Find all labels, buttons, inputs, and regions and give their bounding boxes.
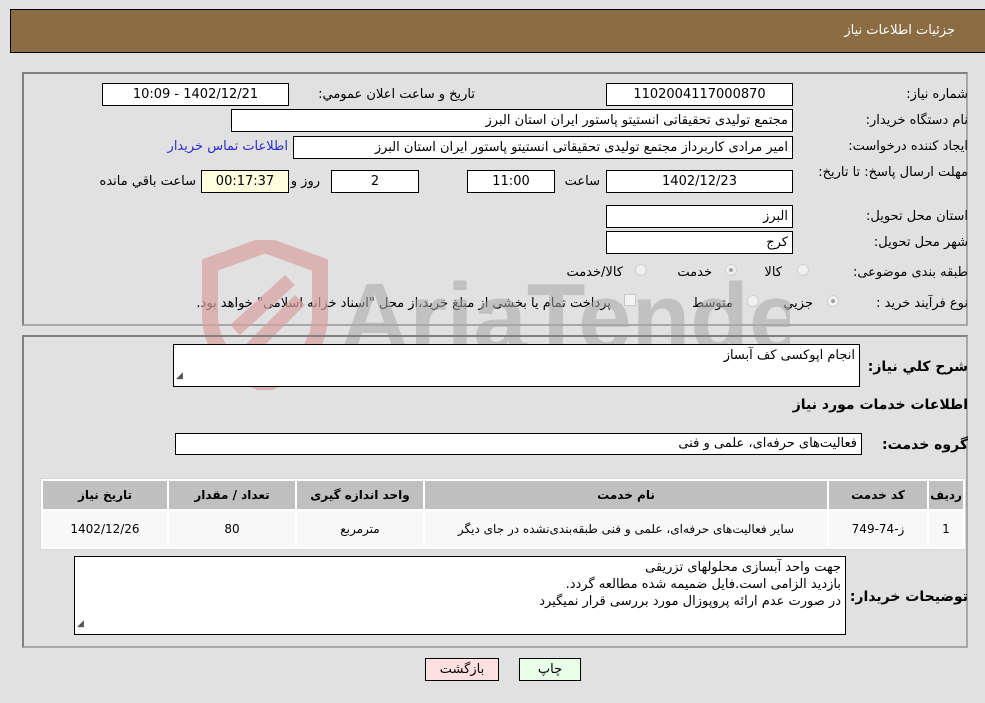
category-option-goods: کالا: [764, 265, 782, 280]
cell-service-code: ز-74-749: [829, 511, 927, 547]
cell-need-date: 1402/12/26: [43, 511, 167, 547]
purchase-radio-minor[interactable]: [827, 295, 839, 307]
buyer-org-field: مجتمع تولیدی تحقیقاتی انستیتو پاستور ایر…: [231, 109, 793, 132]
buyer-notes-textarea[interactable]: جهت واحد آبسازی محلولهای تزریقی بازدید ا…: [74, 556, 846, 635]
category-radio-goods-service[interactable]: [635, 264, 647, 276]
province-label: استان محل تحویل:: [866, 209, 968, 224]
cell-service-name: سایر فعالیت‌های حرفه‌ای، علمی و فنی طبقه…: [425, 511, 827, 547]
resize-grip-icon[interactable]: ◢: [77, 616, 84, 633]
treasury-note: پرداخت تمام یا بخشی از مبلغ خرید،از محل …: [196, 296, 611, 311]
deadline-label: مهلت ارسال پاسخ: تا تاریخ:: [818, 165, 968, 180]
announce-field: 1402/12/21 - 10:09: [102, 83, 289, 106]
services-table: ردیف کد خدمت نام خدمت واحد اندازه گیری ت…: [40, 478, 966, 550]
col-row-number: ردیف: [929, 481, 963, 509]
requester-field: امیر مرادی کاربرداز مجتمع تولیدی تحقیقات…: [293, 136, 793, 159]
col-service-name: نام خدمت: [425, 481, 827, 509]
service-group-label: گروه خدمت:: [882, 437, 968, 453]
need-number-label: شماره نیاز:: [906, 87, 968, 102]
category-label: طبقه بندی موضوعی:: [852, 265, 968, 280]
service-group-field: فعالیت‌های حرفه‌ای، علمی و فنی: [175, 433, 862, 455]
requester-label: ایجاد کننده درخواست:: [848, 139, 968, 154]
page-header: جزئیات اطلاعات نیاز: [10, 9, 985, 53]
buyer-notes-label: توضیحات خریدار:: [849, 589, 968, 605]
buyer-note-line: بازدید الزامی است.فایل ضمیمه شده مطالعه …: [565, 577, 841, 592]
purchase-radio-medium[interactable]: [747, 295, 759, 307]
announce-label: تاريخ و ساعت اعلان عمومي:: [318, 87, 475, 102]
days-label: روز و: [290, 174, 320, 189]
city-label: شهر محل تحویل:: [873, 235, 968, 250]
purchase-type-label: نوع فرآیند خرید :: [876, 296, 968, 311]
need-number-field: 1102004117000870: [606, 83, 793, 106]
remaining-time-field: 00:17:37: [201, 170, 289, 193]
remaining-label: ساعت باقي مانده: [99, 174, 196, 189]
table-header-row: ردیف کد خدمت نام خدمت واحد اندازه گیری ت…: [43, 481, 963, 509]
cell-unit: مترمربع: [297, 511, 423, 547]
col-service-code: کد خدمت: [829, 481, 927, 509]
services-heading: اطلاعات خدمات مورد نیاز: [792, 397, 968, 413]
category-radio-goods[interactable]: [797, 264, 809, 276]
buyer-org-label: نام دستگاه خریدار:: [865, 113, 968, 128]
resize-grip-icon[interactable]: ◢: [176, 368, 183, 385]
cell-quantity: 80: [169, 511, 295, 547]
summary-textarea[interactable]: انجام اپوکسی کف آبساز ◢: [173, 344, 860, 387]
category-radio-service[interactable]: [725, 264, 737, 276]
col-unit: واحد اندازه گیری: [297, 481, 423, 509]
col-need-date: تاریخ نیاز: [43, 481, 167, 509]
category-option-service: خدمت: [677, 265, 712, 280]
table-row: 1 ز-74-749 سایر فعالیت‌های حرفه‌ای، علمی…: [43, 511, 963, 547]
buyer-contact-link[interactable]: اطلاعات تماس خریدار: [168, 139, 288, 154]
buyer-note-line: در صورت عدم ارائه پروپوزال مورد بررسی قر…: [539, 594, 841, 609]
summary-text: انجام اپوکسی کف آبساز: [723, 348, 855, 363]
deadline-date-field: 1402/12/23: [606, 170, 793, 193]
province-field: البرز: [606, 205, 793, 228]
deadline-time-field: 11:00: [467, 170, 555, 193]
treasury-checkbox[interactable]: [624, 294, 636, 306]
days-field: 2: [331, 170, 419, 193]
category-option-goods-service: کالا/خدمت: [566, 265, 623, 280]
cell-row-number: 1: [929, 511, 963, 547]
print-button[interactable]: چاپ: [519, 658, 581, 681]
col-quantity: تعداد / مقدار: [169, 481, 295, 509]
summary-label: شرح کلي نياز:: [867, 359, 968, 375]
purchase-option-medium: متوسط: [692, 296, 733, 311]
page-title: جزئیات اطلاعات نیاز: [844, 23, 955, 38]
purchase-option-minor: جزيي: [783, 296, 813, 311]
buyer-note-line: جهت واحد آبسازی محلولهای تزریقی: [645, 560, 841, 575]
city-field: کرج: [606, 231, 793, 254]
time-label: ساعت: [564, 174, 600, 189]
back-button[interactable]: بازگشت: [425, 658, 499, 681]
